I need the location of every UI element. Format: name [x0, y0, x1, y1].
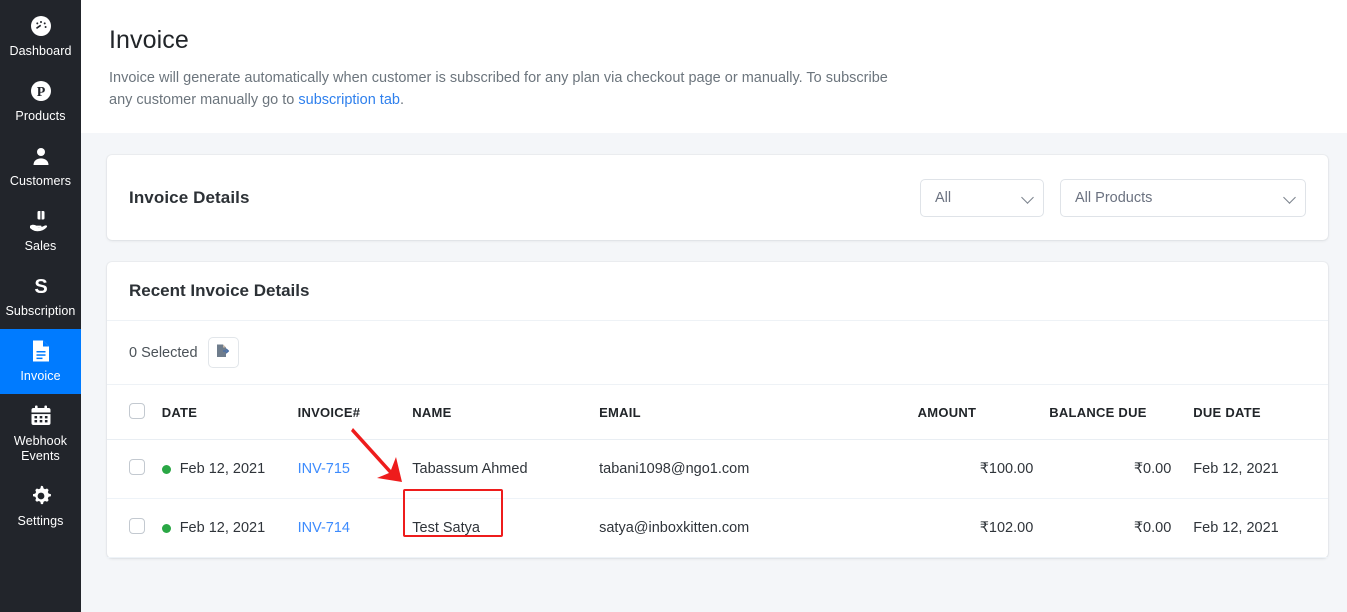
- row-date-cell: Feb 12, 2021: [153, 439, 290, 499]
- row-balance-due: ₹0.00: [1041, 439, 1180, 499]
- row-select-cell: [107, 498, 154, 558]
- sidebar-item-label: Products: [15, 109, 66, 123]
- recent-invoice-card: Recent Invoice Details 0 Selected DATE I…: [107, 262, 1328, 558]
- column-header-date[interactable]: DATE: [153, 385, 290, 440]
- row-invoice-cell: INV-714: [289, 498, 405, 558]
- page-header: Invoice Invoice will generate automatica…: [81, 0, 1347, 133]
- dashboard-icon: [29, 13, 53, 39]
- status-dot: [161, 464, 171, 474]
- page-description: Invoice will generate automatically when…: [109, 67, 899, 111]
- sidebar-item-label: Subscription: [5, 304, 76, 318]
- row-balance-due: ₹0.00: [1041, 498, 1180, 558]
- sidebar-item-sales[interactable]: Sales: [0, 199, 81, 264]
- app-root: Dashboard P Products Customers Sales S S…: [0, 0, 1347, 612]
- document-icon: [30, 338, 52, 364]
- recent-invoice-title: Recent Invoice Details: [129, 281, 310, 300]
- row-select-cell: [107, 439, 154, 499]
- invoice-table-body: Feb 12, 2021 INV-715 Tabassum Ahmed taba…: [107, 439, 1328, 558]
- product-tag-icon: P: [29, 78, 53, 104]
- sidebar-item-label: Invoice: [20, 369, 61, 383]
- stripe-s-icon: S: [29, 273, 53, 299]
- export-button[interactable]: [207, 337, 239, 368]
- svg-text:S: S: [34, 276, 47, 298]
- chevron-down-icon: [1283, 190, 1296, 204]
- product-filter-select[interactable]: All Products: [1060, 178, 1306, 217]
- sidebar-item-customers[interactable]: Customers: [0, 134, 81, 199]
- select-all-checkbox[interactable]: [129, 403, 145, 419]
- recent-invoice-header: Recent Invoice Details: [107, 262, 1328, 321]
- invoice-link[interactable]: INV-714: [298, 520, 350, 536]
- row-due-date: Feb 12, 2021: [1179, 498, 1328, 558]
- status-filter-select[interactable]: All: [920, 178, 1044, 217]
- filter-controls: All All Products: [920, 178, 1306, 217]
- column-header-invoice[interactable]: INVOICE#: [289, 385, 405, 440]
- sidebar-item-label: Webhook Events: [13, 434, 68, 463]
- chevron-down-icon: [1021, 190, 1034, 204]
- table-row[interactable]: Feb 12, 2021 INV-714 Test Satya satya@in…: [107, 498, 1328, 558]
- svg-text:P: P: [36, 85, 45, 100]
- sidebar-item-dashboard[interactable]: Dashboard: [0, 4, 81, 69]
- table-toolbar: 0 Selected: [107, 321, 1328, 385]
- selected-count-label: 0 Selected: [129, 344, 198, 361]
- row-name: Tabassum Ahmed: [404, 439, 592, 499]
- row-name: Test Satya: [404, 498, 592, 558]
- sidebar-item-invoice[interactable]: Invoice: [0, 329, 81, 394]
- sidebar-item-label: Dashboard: [9, 44, 72, 58]
- sidebar: Dashboard P Products Customers Sales S S…: [0, 0, 81, 612]
- row-email: tabani1098@ngo1.com: [591, 439, 910, 499]
- sidebar-item-label: Settings: [17, 514, 64, 528]
- content-area: Invoice Details All All Products Recent …: [81, 133, 1347, 558]
- product-filter-value: All Products: [1075, 189, 1153, 206]
- row-amount: ₹100.00: [909, 439, 1042, 499]
- row-email: satya@inboxkitten.com: [591, 498, 910, 558]
- column-header-due-date[interactable]: DUE DATE: [1179, 385, 1328, 440]
- row-date: Feb 12, 2021: [179, 461, 266, 477]
- column-header-name[interactable]: NAME: [404, 385, 592, 440]
- invoice-details-title: Invoice Details: [129, 187, 250, 207]
- row-checkbox[interactable]: [129, 518, 145, 534]
- row-date-cell: Feb 12, 2021: [153, 498, 290, 558]
- sidebar-item-webhook-events[interactable]: Webhook Events: [0, 394, 81, 474]
- invoice-table: DATE INVOICE# NAME EMAIL AMOUNT BALANCE …: [107, 385, 1328, 558]
- sidebar-item-products[interactable]: P Products: [0, 69, 81, 134]
- column-header-email[interactable]: EMAIL: [591, 385, 910, 440]
- export-file-icon: [215, 343, 231, 362]
- page-description-text: Invoice will generate automatically when…: [109, 70, 888, 108]
- calendar-icon: [29, 403, 53, 429]
- page-title: Invoice: [109, 26, 189, 54]
- main-content: Invoice Invoice will generate automatica…: [81, 0, 1347, 612]
- user-icon: [29, 143, 53, 169]
- page-description-suffix: .: [399, 92, 404, 108]
- select-all-header: [107, 385, 154, 440]
- table-row[interactable]: Feb 12, 2021 INV-715 Tabassum Ahmed taba…: [107, 439, 1328, 499]
- sidebar-item-subscription[interactable]: S Subscription: [0, 264, 81, 329]
- status-dot: [161, 523, 171, 533]
- invoice-table-head: DATE INVOICE# NAME EMAIL AMOUNT BALANCE …: [107, 385, 1328, 440]
- row-invoice-cell: INV-715: [289, 439, 405, 499]
- sidebar-item-label: Sales: [24, 239, 57, 253]
- row-amount: ₹102.00: [909, 498, 1042, 558]
- row-checkbox[interactable]: [129, 459, 145, 475]
- sidebar-item-label: Customers: [9, 174, 72, 188]
- hand-money-icon: [28, 208, 54, 234]
- invoice-details-card: Invoice Details All All Products: [107, 155, 1328, 240]
- status-filter-value: All: [935, 189, 952, 206]
- column-header-balance-due[interactable]: BALANCE DUE: [1041, 385, 1180, 440]
- invoice-link[interactable]: INV-715: [298, 461, 350, 477]
- table-header-row: DATE INVOICE# NAME EMAIL AMOUNT BALANCE …: [107, 385, 1328, 440]
- gear-icon: [29, 483, 53, 509]
- row-due-date: Feb 12, 2021: [1179, 439, 1328, 499]
- subscription-tab-link[interactable]: subscription tab: [298, 92, 400, 108]
- sidebar-item-settings[interactable]: Settings: [0, 474, 81, 539]
- column-header-amount[interactable]: AMOUNT: [909, 385, 1042, 440]
- row-date: Feb 12, 2021: [179, 520, 266, 536]
